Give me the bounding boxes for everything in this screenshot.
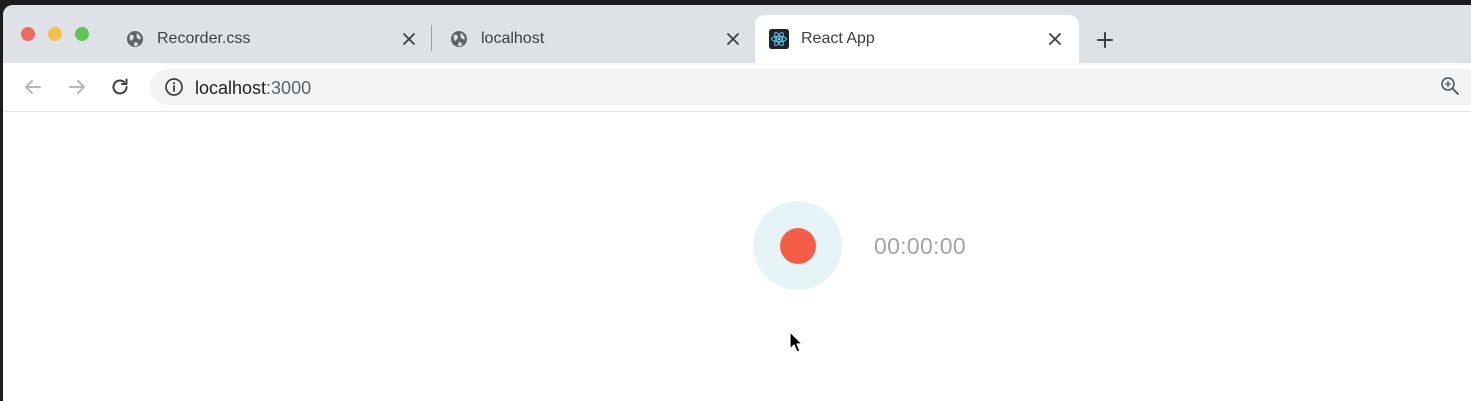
window-maximize-button[interactable] — [75, 27, 89, 41]
globe-icon — [449, 29, 469, 49]
mouse-cursor-icon — [789, 331, 803, 353]
tab-localhost[interactable]: localhost — [435, 15, 757, 63]
info-icon[interactable] — [164, 77, 184, 97]
react-icon — [769, 29, 789, 49]
tab-strip: Recorder.css localhost React App — [3, 5, 1471, 63]
tab-separator — [431, 25, 432, 51]
close-icon[interactable] — [399, 29, 419, 49]
browser-window: Recorder.css localhost React App localho… — [3, 5, 1471, 401]
record-button[interactable] — [753, 201, 842, 290]
reload-icon — [112, 78, 128, 95]
window-minimize-button[interactable] — [48, 27, 62, 41]
tab-react-app[interactable]: React App — [755, 15, 1079, 63]
record-dot-icon — [779, 227, 816, 264]
url-host: localhost — [195, 78, 267, 98]
new-tab-button[interactable] — [1093, 28, 1117, 52]
page-content: 00:00:00 — [3, 112, 1471, 401]
tab-title: React App — [801, 30, 875, 47]
close-icon[interactable] — [1045, 29, 1065, 49]
zoom-icon[interactable] — [1439, 75, 1461, 97]
tab-recorder-css[interactable]: Recorder.css — [111, 15, 433, 63]
window-close-button[interactable] — [21, 27, 35, 41]
tab-title: Recorder.css — [157, 30, 251, 47]
address-bar[interactable]: localhost:3000 — [150, 69, 1471, 105]
browser-toolbar: localhost:3000 — [3, 63, 1471, 112]
close-icon[interactable] — [723, 29, 743, 49]
arrow-left-icon — [25, 80, 41, 94]
forward-button[interactable] — [65, 75, 89, 99]
tab-title: localhost — [481, 30, 545, 47]
reload-button[interactable] — [108, 75, 132, 99]
url-text: localhost:3000 — [195, 78, 311, 99]
url-port: :3000 — [266, 78, 312, 98]
plus-icon — [1097, 32, 1113, 48]
arrow-right-icon — [69, 80, 85, 94]
back-button[interactable] — [21, 75, 45, 99]
recording-timer: 00:00:00 — [874, 233, 966, 259]
globe-icon — [125, 29, 145, 49]
